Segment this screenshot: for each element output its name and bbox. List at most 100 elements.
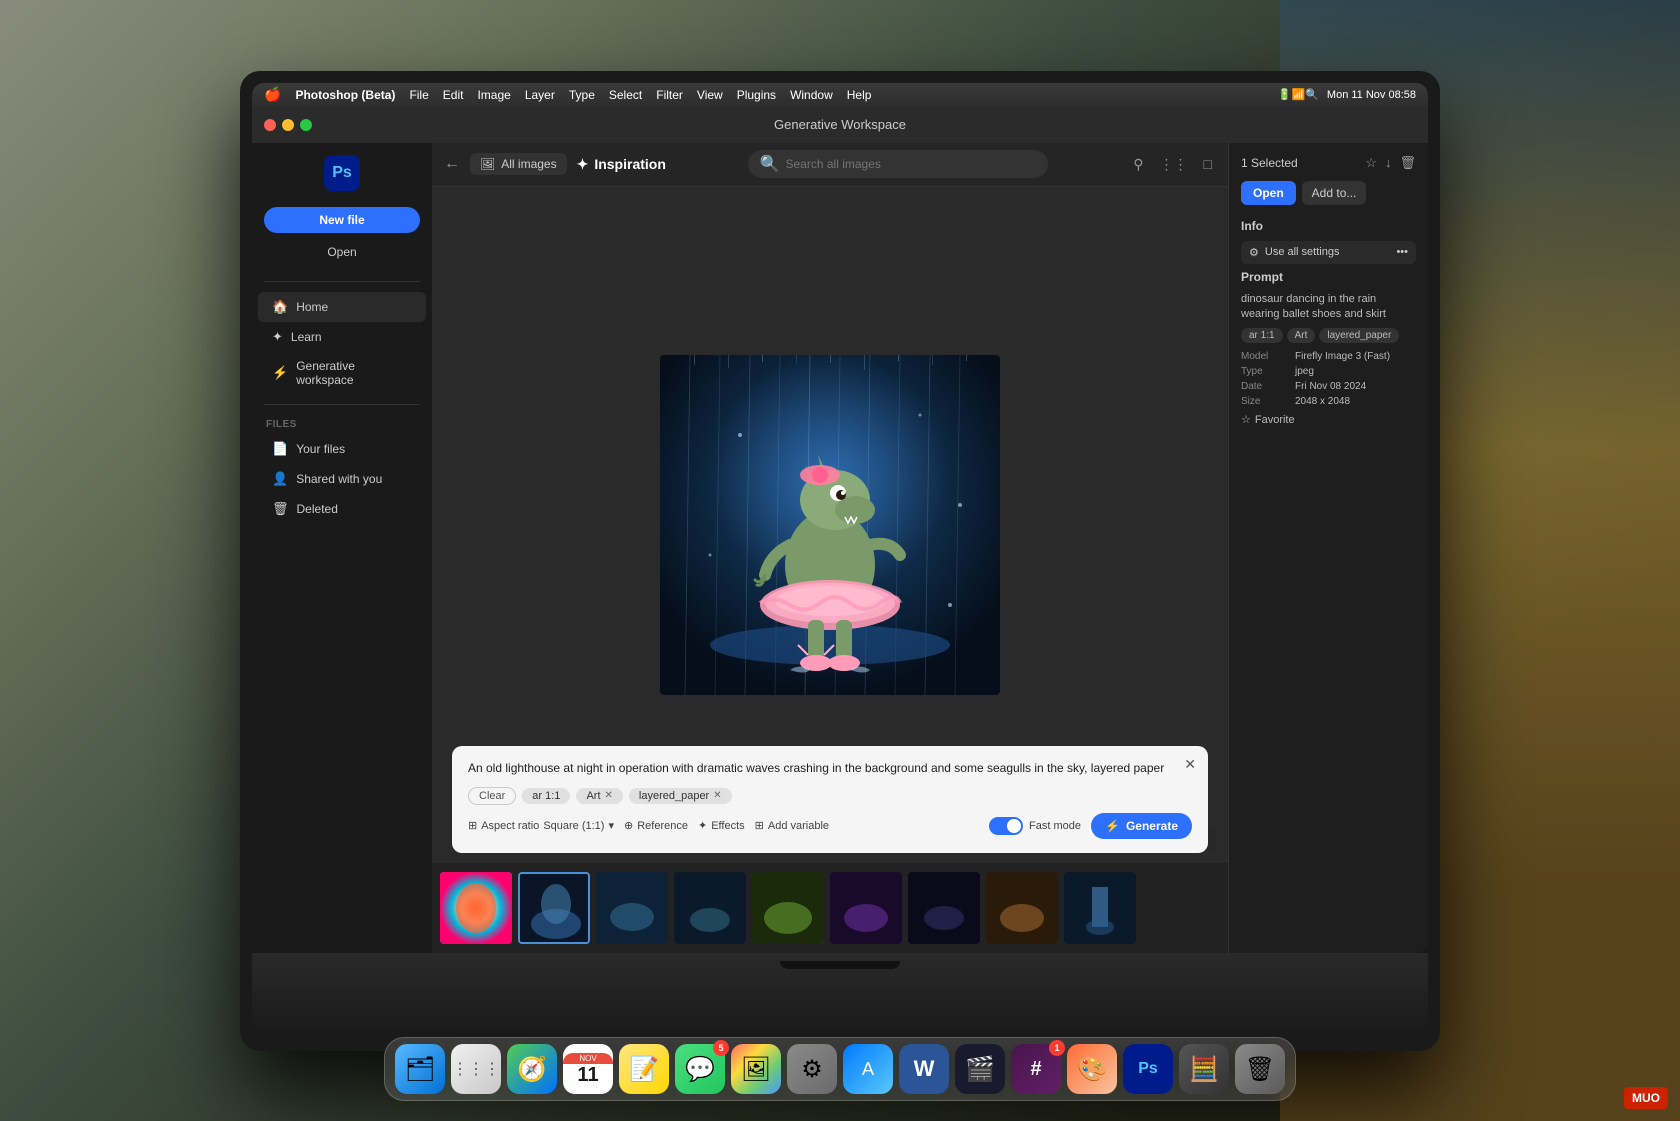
aspect-ratio-icon: ⊞ (468, 819, 477, 832)
delete-button[interactable]: 🗑 (1399, 155, 1416, 171)
reference-button[interactable]: ⊕ Reference (624, 819, 688, 832)
add-variable-button[interactable]: ⊞ Add variable (755, 819, 829, 832)
model-label: Model (1241, 351, 1291, 362)
back-button[interactable]: ← (444, 155, 460, 173)
menu-layer[interactable]: Layer (525, 88, 555, 102)
menu-plugins[interactable]: Plugins (737, 88, 776, 102)
single-view-button[interactable]: □ (1200, 152, 1216, 176)
dock-launchpad[interactable]: ⋮⋮⋮ (451, 1044, 501, 1094)
dock-calculator[interactable]: 🧮 (1179, 1044, 1229, 1094)
thumbnail-4[interactable] (674, 872, 746, 944)
thumbnail-3[interactable] (596, 872, 668, 944)
prompt-title: Prompt (1241, 270, 1416, 284)
all-images-button[interactable]: 🖼 All images (470, 153, 567, 175)
sidebar-item-generative-workspace[interactable]: ⚡ Generative workspace (258, 352, 426, 394)
menu-image[interactable]: Image (477, 88, 510, 102)
tag-art-remove[interactable]: ✕ (605, 790, 613, 801)
menu-help[interactable]: Help (847, 88, 872, 102)
thumbnail-7[interactable] (908, 872, 980, 944)
dock-messages[interactable]: 💬 5 (675, 1044, 725, 1094)
inspiration-button[interactable]: ✦ Inspiration (577, 156, 666, 173)
screen-bezel: 🍎 Photoshop (Beta) File Edit Image Layer… (252, 83, 1428, 953)
prompt-tags-row: Clear ar 1:1 Art ✕ layered_paper (468, 787, 1192, 805)
star-button[interactable]: ☆ (1365, 155, 1377, 171)
open-button[interactable]: Open (264, 239, 420, 265)
thumbnail-2[interactable] (518, 872, 590, 944)
open-button[interactable]: Open (1241, 181, 1296, 205)
sidebar-item-learn[interactable]: ✦ Learn (258, 322, 426, 352)
thumbnail-9[interactable] (1064, 872, 1136, 944)
slack-badge: 1 (1049, 1040, 1065, 1056)
thumbnail-1[interactable] (440, 872, 512, 944)
favorite-label: Favorite (1255, 414, 1295, 426)
aspect-ratio-button[interactable]: ⊞ Aspect ratio Square (1:1) ▾ (468, 819, 614, 832)
generate-button[interactable]: ⚡ Generate (1091, 813, 1192, 839)
fast-mode-toggle[interactable]: Fast mode (989, 817, 1081, 835)
dock-trash[interactable]: 🗑 (1235, 1044, 1285, 1094)
dock-finder[interactable]: 🗂 (395, 1044, 445, 1094)
close-window-btn[interactable] (264, 119, 276, 131)
favorite-button[interactable]: ☆ Favorite (1241, 413, 1416, 426)
sidebar-item-deleted[interactable]: 🗑 Deleted (258, 494, 426, 524)
menu-file[interactable]: File (409, 88, 428, 102)
effects-button[interactable]: ✦ Effects (698, 819, 745, 832)
menu-filter[interactable]: Filter (656, 88, 683, 102)
apple-menu[interactable]: 🍎 (264, 86, 281, 103)
dock-colornote[interactable]: 🎨 (1067, 1044, 1117, 1094)
main-content: ← 🖼 All images ✦ Inspiration 🔍 (432, 143, 1228, 953)
tag-ar-label: ar 1:1 (532, 790, 560, 802)
dock: 🗂 ⋮⋮⋮ 🧭 NOV 11 📝 💬 5 🖼 ⚙ A W 🎬 # 1 🎨 Ps … (384, 1037, 1296, 1101)
menu-edit[interactable]: Edit (443, 88, 464, 102)
dock-slack[interactable]: # 1 (1011, 1044, 1061, 1094)
maximize-window-btn[interactable] (300, 119, 312, 131)
toggle-switch[interactable] (989, 817, 1023, 835)
new-file-button[interactable]: New file (264, 207, 420, 233)
minimize-window-btn[interactable] (282, 119, 294, 131)
menu-window[interactable]: Window (790, 88, 833, 102)
download-button[interactable]: ↓ (1385, 155, 1392, 171)
menu-bar: 🍎 Photoshop (Beta) File Edit Image Layer… (252, 83, 1428, 107)
sidebar-item-shared-with-you[interactable]: 👤 Shared with you (258, 464, 426, 494)
dock-appstore[interactable]: A (843, 1044, 893, 1094)
dock-davinci[interactable]: 🎬 (955, 1044, 1005, 1094)
dock-system-settings[interactable]: ⚙ (787, 1044, 837, 1094)
use-all-settings-button[interactable]: ⚙ Use all settings ••• (1241, 241, 1416, 264)
clear-button[interactable]: Clear (468, 787, 516, 805)
search-bar[interactable]: 🔍 (748, 150, 1048, 178)
tag-layered-paper-remove[interactable]: ✕ (713, 790, 721, 801)
sidebar-item-deleted-label: Deleted (297, 502, 338, 516)
aspect-ratio-value: Square (1:1) (543, 820, 604, 832)
sidebar-item-home[interactable]: 🏠 Home (258, 292, 426, 322)
menu-type[interactable]: Type (569, 88, 595, 102)
tag-art[interactable]: Art ✕ (576, 788, 622, 804)
menu-view[interactable]: View (697, 88, 723, 102)
grid-view-button[interactable]: ⋮⋮ (1156, 152, 1192, 177)
dock-word[interactable]: W (899, 1044, 949, 1094)
calendar-date: 11 (577, 1064, 598, 1086)
aspect-ratio-label: Aspect ratio (481, 820, 539, 832)
dock-calendar[interactable]: NOV 11 (563, 1044, 613, 1094)
dock-safari[interactable]: 🧭 (507, 1044, 557, 1094)
add-to-button[interactable]: Add to... (1302, 181, 1367, 205)
thumbnail-6[interactable] (830, 872, 902, 944)
thumbnail-8[interactable] (986, 872, 1058, 944)
sidebar-item-your-files[interactable]: 📄 Your files (258, 434, 426, 464)
prompt-close-button[interactable]: ✕ (1184, 756, 1196, 773)
tag-art-label: Art (586, 790, 600, 802)
dock-photos[interactable]: 🖼 (731, 1044, 781, 1094)
ps-logo: Ps (324, 155, 360, 191)
size-row: Size 2048 x 2048 (1241, 396, 1416, 407)
tag-layered-paper[interactable]: layered_paper ✕ (629, 788, 732, 804)
menu-select[interactable]: Select (609, 88, 642, 102)
filter-button[interactable]: ⚲ (1129, 152, 1147, 177)
menubar-icons: 🔋📶🔍 (1278, 88, 1319, 101)
search-input[interactable] (786, 157, 1036, 171)
dock-photoshop[interactable]: Ps (1123, 1044, 1173, 1094)
dock-notes[interactable]: 📝 (619, 1044, 669, 1094)
shared-icon: 👤 (272, 471, 288, 487)
sidebar-divider-2 (264, 404, 420, 405)
tag-ar[interactable]: ar 1:1 (522, 788, 570, 804)
thumbnail-5[interactable] (752, 872, 824, 944)
menu-app-name[interactable]: Photoshop (Beta) (295, 88, 395, 102)
generate-icon: ⚡ (1105, 819, 1120, 833)
